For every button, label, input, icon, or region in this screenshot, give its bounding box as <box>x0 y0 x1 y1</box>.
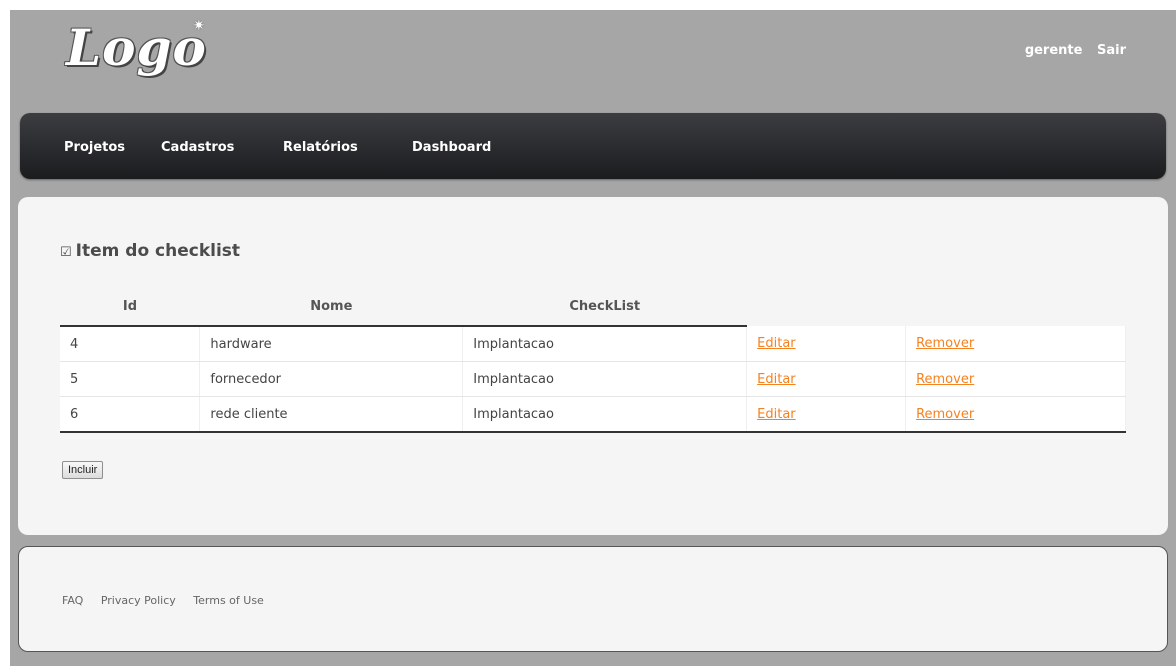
edit-link[interactable]: Editar <box>757 336 796 351</box>
nav-item-projetos[interactable]: Projetos <box>64 140 125 155</box>
cell-checklist: Implantacao <box>462 326 748 362</box>
cell-nome: rede cliente <box>199 396 464 433</box>
footer-link-terms-of-use[interactable]: Terms of Use <box>193 594 264 607</box>
column-header-checklist[interactable]: CheckList <box>462 287 747 327</box>
cell-id: 6 <box>60 396 201 433</box>
edit-link[interactable]: Editar <box>757 407 796 422</box>
cell-remove: Remover <box>905 396 1126 433</box>
remove-link[interactable]: Remover <box>916 407 974 422</box>
cell-edit: Editar <box>746 396 907 433</box>
cell-nome: fornecedor <box>199 361 464 397</box>
nav-item-dashboard[interactable]: Dashboard <box>412 140 491 155</box>
edit-link[interactable]: Editar <box>757 372 796 387</box>
footer-link-privacy-policy[interactable]: Privacy Policy <box>101 594 176 607</box>
column-header-edit <box>747 287 906 326</box>
column-header-nome[interactable]: Nome <box>199 287 463 327</box>
column-header-remove <box>906 287 1126 326</box>
cell-id: 5 <box>60 361 201 397</box>
remove-link[interactable]: Remover <box>916 336 974 351</box>
column-header-id[interactable]: Id <box>60 287 200 327</box>
cell-edit: Editar <box>746 361 907 397</box>
content-panel: ☑ Item do checklist Id Nome CheckList 4 h… <box>18 197 1168 535</box>
table-row: 6 rede cliente Implantacao Editar Remove… <box>60 396 1126 433</box>
cell-nome: hardware <box>199 326 464 362</box>
checklist-items-table: Id Nome CheckList 4 hardware Implantacao… <box>60 287 1126 433</box>
user-links: gerente Sair <box>1015 43 1126 58</box>
logo[interactable]: Logo <box>66 18 207 77</box>
page: Logo ✷ gerente Sair Projetos Cadastros R… <box>10 10 1176 666</box>
footer-link-faq[interactable]: FAQ <box>62 594 83 607</box>
footer: FAQ Privacy Policy Terms of Use <box>18 546 1168 652</box>
cell-edit: Editar <box>746 326 907 362</box>
nav-item-cadastros[interactable]: Cadastros <box>161 140 234 155</box>
table-row: 4 hardware Implantacao Editar Remover <box>60 326 1126 362</box>
logo-star-icon: ✷ <box>193 18 205 34</box>
remove-link[interactable]: Remover <box>916 372 974 387</box>
user-link[interactable]: gerente <box>1025 43 1083 58</box>
cell-remove: Remover <box>905 326 1126 362</box>
add-item-button[interactable]: Incluir <box>62 461 104 479</box>
footer-links: FAQ Privacy Policy Terms of Use <box>62 594 278 607</box>
main-navbar: Projetos Cadastros Relatórios Dashboard <box>20 113 1166 179</box>
cell-checklist: Implantacao <box>462 396 748 433</box>
table-row: 5 fornecedor Implantacao Editar Remover <box>60 361 1126 397</box>
logout-link[interactable]: Sair <box>1097 43 1126 58</box>
cell-checklist: Implantacao <box>462 361 748 397</box>
cell-id: 4 <box>60 326 201 362</box>
page-title: ☑ Item do checklist <box>60 241 240 261</box>
checkbox-checked-icon: ☑ <box>60 245 72 260</box>
nav-item-relatorios[interactable]: Relatórios <box>283 140 358 155</box>
table-header-row: Id Nome CheckList <box>60 287 1126 327</box>
page-title-text: Item do checklist <box>75 241 241 261</box>
cell-remove: Remover <box>905 361 1126 397</box>
